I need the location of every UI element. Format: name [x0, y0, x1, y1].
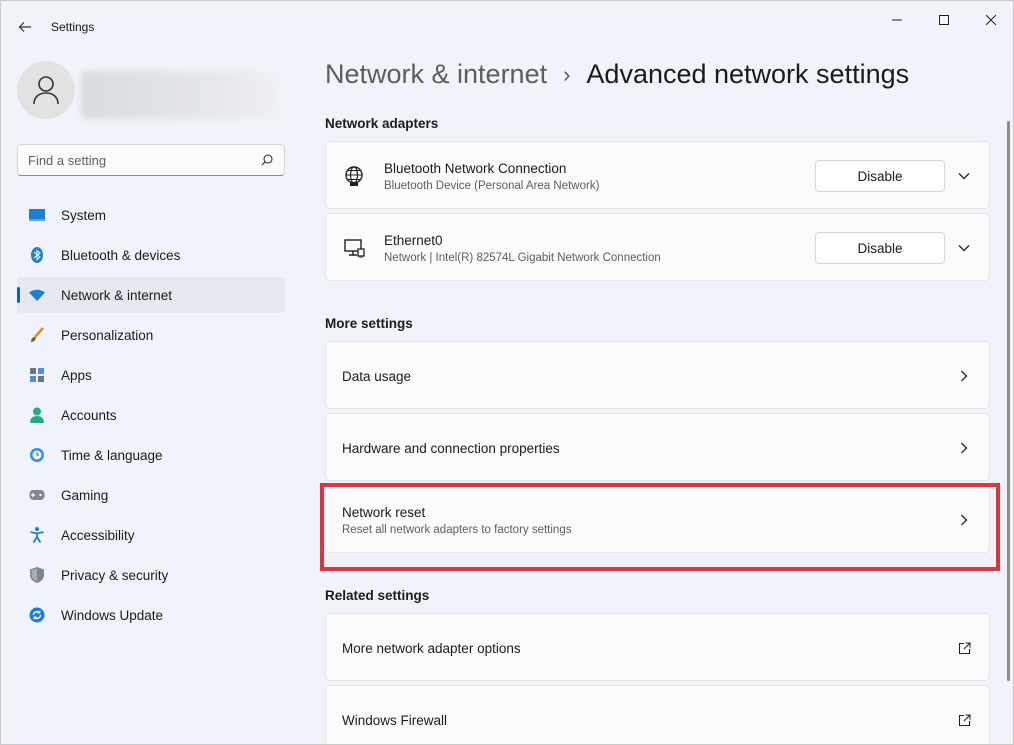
search-box[interactable]	[17, 144, 285, 176]
row-label: More network adapter options	[342, 641, 521, 656]
sidebar-item-privacy-security[interactable]: Privacy & security	[17, 557, 285, 593]
breadcrumb-parent[interactable]: Network & internet	[325, 59, 547, 90]
external-link-icon	[956, 712, 972, 728]
title-bar: Settings	[1, 1, 1013, 51]
minimize-icon	[892, 19, 902, 21]
sidebar-item-label: Personalization	[61, 327, 154, 343]
sidebar-item-time-language[interactable]: Time & language	[17, 437, 285, 473]
gaming-icon	[29, 487, 45, 503]
sidebar-item-network-internet[interactable]: Network & internet	[17, 277, 285, 313]
time-language-icon	[29, 447, 45, 463]
back-button[interactable]	[13, 15, 37, 39]
settings-row-windows-firewall[interactable]: Windows Firewall	[325, 685, 990, 744]
scrollbar[interactable]	[1007, 121, 1010, 681]
apps-icon	[29, 367, 45, 383]
sidebar-item-accounts[interactable]: Accounts	[17, 397, 285, 433]
shield-icon	[29, 567, 45, 583]
sidebar-item-label: Network & internet	[61, 287, 173, 303]
section-title-network-adapters: Network adapters	[325, 116, 439, 131]
chevron-down-icon[interactable]	[954, 166, 974, 186]
back-arrow-icon	[18, 22, 31, 32]
sidebar-item-label: Privacy & security	[61, 567, 169, 583]
sidebar-item-apps[interactable]: Apps	[17, 357, 285, 393]
sidebar-item-system[interactable]: System	[17, 197, 285, 233]
section-title-more-settings: More settings	[325, 316, 413, 331]
wifi-icon	[29, 287, 45, 303]
system-icon	[29, 207, 45, 223]
sidebar-item-label: Windows Update	[61, 607, 164, 623]
adapter-description: Bluetooth Device (Personal Area Network)	[384, 180, 600, 192]
disable-button[interactable]: Disable	[815, 232, 945, 264]
sidebar-item-accessibility[interactable]: Accessibility	[17, 517, 285, 553]
accessibility-icon	[29, 527, 45, 543]
row-label: Hardware and connection properties	[342, 441, 560, 456]
sidebar-item-label: Apps	[61, 367, 92, 383]
minimize-button[interactable]	[874, 7, 920, 33]
username-redacted	[81, 71, 279, 119]
window-title: Settings	[51, 20, 95, 34]
bluetooth-icon	[29, 247, 45, 263]
sidebar-item-gaming[interactable]: Gaming	[17, 477, 285, 513]
brush-icon	[29, 327, 45, 343]
maximize-icon	[939, 15, 949, 25]
sidebar-item-windows-update[interactable]: Windows Update	[17, 597, 285, 633]
disable-button[interactable]: Disable	[815, 160, 945, 192]
accounts-icon	[29, 407, 45, 423]
sidebar-item-label: Gaming	[61, 487, 109, 503]
search-icon[interactable]	[260, 153, 274, 167]
section-title-related-settings: Related settings	[325, 588, 430, 603]
settings-row-hardware-properties[interactable]: Hardware and connection properties	[325, 413, 990, 481]
search-input[interactable]	[28, 152, 260, 168]
user-icon	[33, 76, 59, 105]
row-label: Windows Firewall	[342, 713, 448, 728]
sidebar-item-label: Time & language	[61, 447, 163, 463]
sidebar-item-label: System	[61, 207, 107, 223]
settings-row-data-usage[interactable]: Data usage	[325, 341, 990, 409]
adapter-name: Ethernet0	[384, 233, 443, 248]
ethernet-icon	[342, 236, 366, 260]
sidebar-nav: System Bluetooth & devices Network & int…	[17, 197, 285, 637]
highlight-box	[320, 483, 1000, 571]
adapter-card-ethernet[interactable]: Ethernet0 Network | Intel(R) 82574L Giga…	[325, 213, 990, 281]
sidebar-item-personalization[interactable]: Personalization	[17, 317, 285, 353]
avatar[interactable]	[17, 61, 75, 119]
sidebar-item-label: Accounts	[61, 407, 117, 423]
update-icon	[29, 607, 45, 623]
sidebar-item-label: Bluetooth & devices	[61, 247, 181, 263]
sidebar-item-label: Accessibility	[61, 527, 135, 543]
settings-window: Settings System Bluetooth & devices	[0, 0, 1014, 745]
external-link-icon	[956, 640, 972, 656]
adapter-description: Network | Intel(R) 82574L Gigabit Networ…	[384, 252, 661, 264]
row-label: Data usage	[342, 369, 412, 384]
close-button[interactable]	[968, 7, 1013, 33]
breadcrumb: Network & internet › Advanced network se…	[325, 59, 909, 90]
chevron-right-icon	[956, 368, 972, 384]
adapter-name: Bluetooth Network Connection	[384, 161, 567, 176]
chevron-right-icon	[956, 440, 972, 456]
adapter-card-bluetooth[interactable]: Bluetooth Network Connection Bluetooth D…	[325, 141, 990, 209]
close-icon	[986, 15, 996, 25]
settings-row-more-adapter-options[interactable]: More network adapter options	[325, 613, 990, 681]
network-globe-icon	[342, 164, 366, 188]
breadcrumb-separator: ›	[563, 61, 571, 87]
sidebar-item-bluetooth-devices[interactable]: Bluetooth & devices	[17, 237, 285, 273]
chevron-down-icon[interactable]	[954, 238, 974, 258]
maximize-button[interactable]	[921, 7, 967, 33]
page-title: Advanced network settings	[586, 59, 910, 89]
